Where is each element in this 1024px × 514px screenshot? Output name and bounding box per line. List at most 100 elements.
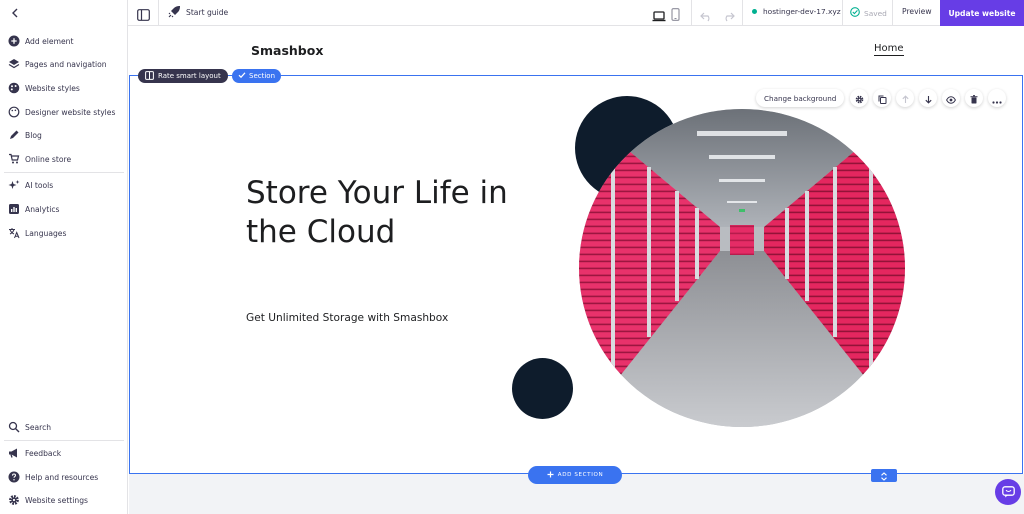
sidebar-item-website-styles[interactable]: Website styles: [0, 77, 127, 99]
topbar-divider: [742, 0, 743, 26]
help-icon: [8, 471, 20, 483]
check-circle-icon: [850, 7, 864, 19]
section-toolbar: Change background: [756, 88, 1011, 108]
sidebar-item-search[interactable]: Search: [0, 416, 127, 438]
update-website-button[interactable]: Update website: [940, 0, 1024, 26]
saved-status: Saved: [850, 7, 887, 19]
eye-icon: [946, 89, 957, 108]
cart-icon: [8, 153, 20, 165]
sidebar-item-add-element[interactable]: Add element: [0, 30, 127, 52]
topbar-divider: [842, 0, 843, 26]
editor-canvas: Smashbox Home Store Your Life in the Clo…: [129, 26, 1024, 514]
site-logo[interactable]: Smashbox: [251, 43, 323, 58]
sidebar-item-label: Website styles: [25, 83, 80, 93]
check-icon: [238, 71, 249, 81]
hero-subtitle[interactable]: Get Unlimited Storage with Smashbox: [246, 312, 448, 324]
plus-circle-icon: [8, 35, 20, 47]
domain-label: hostinger-dev-17.xyz: [763, 7, 841, 16]
megaphone-icon: [8, 447, 20, 459]
section-label: Section: [249, 72, 276, 80]
sidebar-item-label: Search: [25, 422, 52, 432]
start-guide-button[interactable]: Start guide: [168, 5, 228, 20]
rate-smart-layout-button[interactable]: Rate smart layout: [138, 69, 228, 83]
sidebar-item-label: Designer website styles: [25, 107, 116, 117]
mobile-view-icon[interactable]: [671, 6, 680, 25]
sidebar-divider: [4, 440, 124, 441]
section-resize-handle[interactable]: [871, 469, 897, 482]
chat-support-button[interactable]: [995, 479, 1021, 505]
sidebar-item-designer-styles[interactable]: Designer website styles: [0, 101, 127, 123]
bar-chart-icon: [8, 203, 20, 215]
add-section-label: ADD SECTION: [557, 472, 604, 478]
pen-icon: [8, 129, 20, 141]
section-label-badge[interactable]: Section: [232, 69, 282, 83]
topbar-divider: [691, 0, 692, 26]
topbar-divider: [892, 0, 893, 26]
move-up-button[interactable]: [896, 89, 915, 108]
sidebar-item-settings[interactable]: Website settings: [0, 489, 127, 511]
sidebar-item-label: AI tools: [25, 180, 54, 190]
sidebar-item-blog[interactable]: Blog: [0, 124, 127, 146]
sidebar-item-help[interactable]: Help and resources: [0, 466, 127, 488]
back-chevron-icon[interactable]: [8, 5, 22, 19]
sidebar-item-label: Feedback: [25, 448, 62, 458]
sidebar-item-languages[interactable]: Languages: [0, 222, 127, 244]
sidebar-item-ai-tools[interactable]: AI tools: [0, 174, 127, 196]
redo-icon[interactable]: [722, 7, 735, 26]
sidebar-item-feedback[interactable]: Feedback: [0, 442, 127, 464]
section-settings-button[interactable]: [850, 89, 869, 108]
search-icon: [8, 421, 20, 433]
rate-smart-layout-label: Rate smart layout: [158, 72, 221, 80]
sidebar-item-label: Languages: [25, 228, 67, 238]
sidebar-item-online-store[interactable]: Online store: [0, 148, 127, 170]
sidebar-item-analytics[interactable]: Analytics: [0, 198, 127, 220]
nav-link-home[interactable]: Home: [874, 43, 904, 56]
domain-indicator[interactable]: hostinger-dev-17.xyz: [752, 7, 841, 16]
editor-sidebar: Add element Pages and navigation Website…: [0, 0, 128, 514]
gear-icon: [8, 494, 20, 506]
layers-icon: [8, 58, 20, 70]
status-dot: [752, 9, 757, 14]
sparkles-icon: [8, 179, 20, 191]
duplicate-section-button[interactable]: [873, 89, 892, 108]
topbar-divider: [158, 0, 159, 26]
palette-icon: [8, 82, 20, 94]
sidebar-item-label: Help and resources: [25, 472, 99, 482]
sidebar-toggle-icon[interactable]: [137, 6, 150, 25]
chat-bubble-icon: [1001, 483, 1015, 502]
change-background-button[interactable]: Change background: [756, 89, 845, 107]
sidebar-item-label: Analytics: [25, 204, 60, 214]
more-dots-icon: [992, 89, 1002, 108]
start-guide-label: Start guide: [186, 8, 229, 17]
decorative-circle-small: [512, 358, 573, 419]
editor-topbar: Start guide hostinger-dev-17.xyz Saved P…: [128, 0, 1024, 26]
delete-section-button[interactable]: [965, 89, 984, 108]
gear-icon: [855, 89, 864, 108]
undo-icon[interactable]: [700, 7, 713, 26]
arrow-down-icon: [924, 89, 933, 108]
more-options-button[interactable]: [988, 89, 1007, 108]
resize-arrows-icon: [880, 466, 888, 485]
copy-icon: [878, 89, 887, 108]
trash-icon: [970, 89, 978, 108]
plus-icon: [547, 471, 558, 480]
sidebar-item-label: Online store: [25, 154, 72, 164]
hero-title[interactable]: Store Your Life in the Cloud: [246, 174, 546, 252]
add-section-button[interactable]: ADD SECTION: [528, 466, 622, 484]
translate-icon: [8, 227, 20, 239]
sidebar-item-label: Website settings: [25, 495, 88, 505]
rocket-icon: [168, 5, 186, 20]
sidebar-item-label: Blog: [25, 130, 42, 140]
sidebar-item-pages[interactable]: Pages and navigation: [0, 53, 127, 75]
saved-label: Saved: [864, 8, 887, 18]
sidebar-divider: [4, 172, 124, 173]
arrow-up-icon: [901, 89, 910, 108]
preview-button[interactable]: Preview: [902, 7, 932, 16]
sidebar-item-label: Add element: [25, 36, 74, 46]
palette-outline-icon: [8, 106, 20, 118]
move-down-button[interactable]: [919, 89, 938, 108]
hero-image-storage-hallway[interactable]: [579, 109, 905, 427]
sidebar-item-label: Pages and navigation: [25, 59, 107, 69]
desktop-view-icon[interactable]: [652, 7, 666, 26]
hide-section-button[interactable]: [942, 89, 961, 108]
